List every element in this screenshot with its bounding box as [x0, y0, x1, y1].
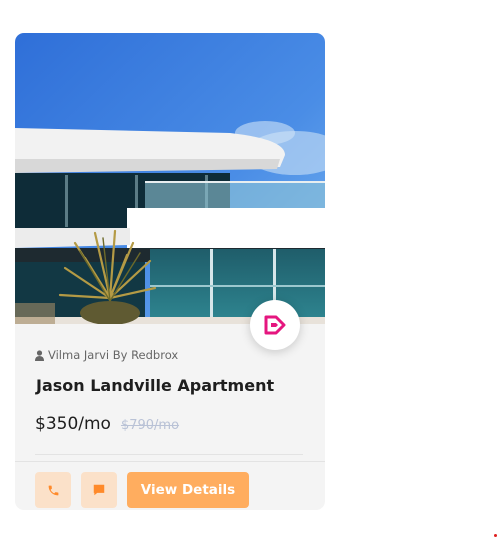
chat-icon	[93, 484, 105, 496]
call-button[interactable]	[35, 472, 71, 508]
brand-badge[interactable]	[250, 300, 300, 350]
phone-icon	[48, 485, 58, 495]
agent-info: Vilma Jarvi By Redbrox	[35, 348, 178, 362]
price-row: $350/mo $790/mo	[35, 414, 179, 434]
chat-button[interactable]	[81, 472, 117, 508]
brand-logo-icon	[264, 315, 286, 335]
old-price: $790/mo	[120, 418, 180, 433]
current-price: $350/mo	[35, 414, 111, 434]
property-title[interactable]: Jason Landville Apartment	[36, 376, 274, 395]
user-icon	[35, 349, 44, 361]
indicator-dot	[494, 534, 497, 537]
view-details-button[interactable]: View Details	[127, 472, 249, 508]
footer-divider	[15, 461, 325, 462]
property-card: Vilma Jarvi By Redbrox Jason Landville A…	[15, 33, 325, 510]
divider	[35, 454, 303, 455]
agent-name[interactable]: Vilma Jarvi By Redbrox	[48, 348, 178, 362]
property-photo[interactable]	[15, 33, 325, 324]
